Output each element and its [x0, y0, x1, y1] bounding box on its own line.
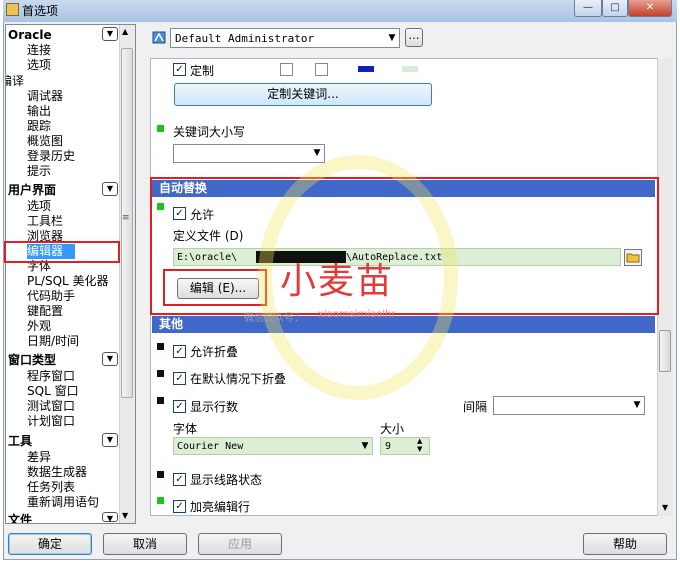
scroll-grip-icon: ≡ — [122, 213, 130, 223]
profile-more-button[interactable]: … — [405, 28, 423, 47]
fold-by-default-label: 在默认情况下折叠 — [190, 372, 287, 386]
tree-item-task-list[interactable]: 任务列表 — [27, 480, 75, 495]
size-value: 9 — [385, 441, 392, 452]
custom-checkbox[interactable]: ✓ — [173, 63, 186, 76]
custom-keywords-button[interactable]: 定制关键词... — [174, 83, 432, 106]
highlight-edit-line-checkbox[interactable]: ✓ — [173, 500, 186, 513]
modified-marker — [157, 497, 164, 504]
tree-item-output[interactable]: 输出 — [27, 104, 51, 119]
help-button[interactable]: 帮助 — [583, 533, 667, 555]
tree-item-data-generator[interactable]: 数据生成器 — [27, 465, 87, 480]
window-title: 首选项 — [22, 4, 59, 18]
tree-item-diff[interactable]: 差异 — [27, 450, 51, 465]
size-label: 大小 — [380, 422, 405, 436]
allow-folding-label: 允许折叠 — [190, 345, 239, 359]
modified-marker — [157, 125, 164, 132]
watermark-text: 小麦苗 — [280, 261, 395, 302]
interval-label: 间隔 — [463, 400, 488, 414]
collapse-ui-icon[interactable]: ▼ — [102, 182, 118, 196]
show-line-state-label: 显示线路状态 — [190, 473, 263, 487]
chevron-down-icon: ▼ — [388, 33, 396, 43]
setting-marker — [157, 471, 164, 478]
maximize-button[interactable]: □ — [602, 0, 628, 17]
show-line-state-checkbox[interactable]: ✓ — [173, 473, 186, 486]
tree-item-recall-statement[interactable]: 重新调用语句 — [27, 495, 99, 510]
profile-icon — [151, 29, 168, 46]
app-icon — [6, 3, 19, 16]
size-stepper[interactable]: 9 ▲ ▼ — [380, 437, 430, 455]
scroll-up-icon[interactable]: ▲ — [122, 27, 128, 36]
tree-item-plan-window[interactable]: 计划窗口 — [27, 414, 75, 429]
tree-item-login-history[interactable]: 登录历史 — [27, 149, 75, 164]
fold-by-default-checkbox[interactable]: ✓ — [173, 372, 186, 385]
tree-item-sql-window[interactable]: SQL 窗口 — [27, 384, 79, 399]
cancel-button[interactable]: 取消 — [103, 533, 187, 555]
minimize-button[interactable]: — — [574, 0, 602, 17]
tree-item-oracle-options[interactable]: 选项 — [27, 58, 51, 73]
tree-category-compile[interactable]: 编译 — [6, 73, 112, 89]
tree-item-test-window[interactable]: 测试窗口 — [27, 399, 75, 414]
chevron-down-icon: ▼ — [361, 441, 369, 451]
tree-item-program-window[interactable]: 程序窗口 — [27, 369, 75, 384]
tree-item-hints[interactable]: 提示 — [27, 164, 51, 179]
setting-marker — [157, 370, 164, 377]
bold-checkbox[interactable] — [280, 63, 293, 76]
collapse-window-types-icon[interactable]: ▼ — [102, 352, 118, 366]
panel-scrollbar[interactable] — [657, 58, 673, 516]
collapse-files-icon[interactable]: ▼ — [102, 512, 118, 523]
tree-item-code-assistant[interactable]: 代码助手 — [27, 289, 75, 304]
italic-checkbox[interactable] — [315, 63, 328, 76]
panel-scroll-thumb[interactable] — [659, 330, 671, 372]
scroll-down-icon[interactable]: ▼ — [122, 511, 128, 520]
watermark-subtext-id: xiaomaimiaolhr — [318, 309, 396, 320]
tree-scroll-thumb[interactable] — [121, 48, 133, 398]
apply-button[interactable]: 应用 — [198, 533, 282, 555]
custom-label: 定制 — [190, 64, 215, 78]
profile-select[interactable]: Default Administrator ▼ — [170, 28, 400, 48]
collapse-tools-icon[interactable]: ▼ — [102, 433, 118, 447]
collapse-oracle-icon[interactable]: ▼ — [102, 27, 118, 41]
highlight-edit-line-label: 加亮编辑行 — [190, 500, 251, 514]
close-button[interactable]: ✕ — [628, 0, 672, 17]
tree-item-toolbar[interactable]: 工具栏 — [27, 214, 63, 229]
font-value: Courier New — [177, 441, 244, 452]
color-swatch-blue[interactable] — [358, 66, 374, 72]
tree-item-debugger[interactable]: 调试器 — [27, 89, 63, 104]
font-select[interactable]: Courier New ▼ — [173, 437, 373, 455]
keyword-case-label: 关键词大小写 — [173, 125, 246, 139]
chevron-down-icon: ▼ — [313, 148, 321, 158]
font-label: 字体 — [173, 422, 198, 436]
spin-arrows-icon[interactable]: ▲ ▼ — [417, 437, 422, 453]
profile-select-value: Default Administrator — [175, 32, 315, 45]
chevron-down-icon: ▼ — [633, 400, 641, 410]
tree-item-appearance[interactable]: 外观 — [27, 319, 51, 334]
setting-marker — [157, 397, 164, 404]
color-swatch-green[interactable] — [402, 66, 418, 72]
preferences-tree: Oracle ▼ 连接 选项 编译 调试器 输出 跟踪 概览图 登录历史 提示 … — [5, 24, 136, 524]
show-line-numbers-label: 显示行数 — [190, 400, 239, 414]
ok-button[interactable]: 确定 — [8, 533, 92, 555]
tree-item-trace[interactable]: 跟踪 — [27, 119, 51, 134]
allow-folding-checkbox[interactable]: ✓ — [173, 345, 186, 358]
tree-item-ui-options[interactable]: 选项 — [27, 199, 51, 214]
panel-scroll-down-icon[interactable]: ▼ — [662, 503, 668, 512]
tree-item-date-time[interactable]: 日期/时间 — [27, 334, 79, 349]
watermark-subtext: 微信公众号： — [244, 313, 304, 324]
editor-highlight-box — [4, 241, 120, 263]
interval-select[interactable]: ▼ — [493, 396, 645, 415]
show-line-numbers-checkbox[interactable]: ✓ — [173, 400, 186, 413]
tree-item-overview[interactable]: 概览图 — [27, 134, 63, 149]
setting-marker — [157, 343, 164, 350]
keyword-case-select[interactable]: ▼ — [173, 144, 325, 163]
tree-item-connection[interactable]: 连接 — [27, 43, 51, 58]
tree-item-key-config[interactable]: 键配置 — [27, 304, 63, 319]
tree-item-plsql-beautifier[interactable]: PL/SQL 美化器 — [27, 274, 109, 289]
